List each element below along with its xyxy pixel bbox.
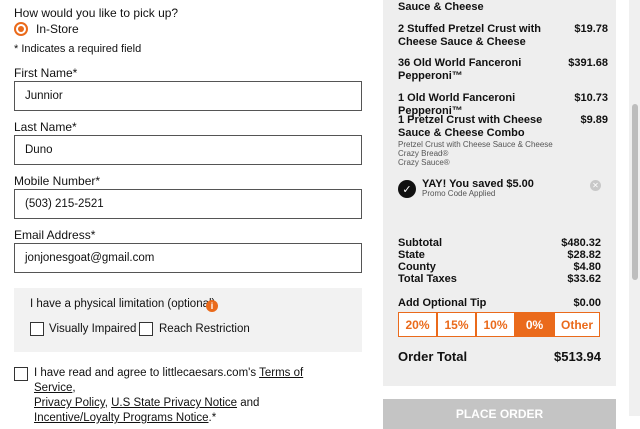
last-name-label: Last Name* <box>14 120 77 134</box>
order-item-detail: Crazy Sauce® <box>398 158 450 167</box>
email-field[interactable]: jonjonesgoat@gmail.com <box>14 243 362 273</box>
pickup-option-label: In-Store <box>36 22 79 36</box>
tip-option-15[interactable]: 15% <box>437 312 476 337</box>
order-item-name: Sauce & Cheese <box>398 1 484 13</box>
loyalty-notice-link[interactable]: Incentive/Loyalty Programs Notice <box>34 412 209 424</box>
summary-row: County $4.80 <box>398 261 601 273</box>
agree-checkbox[interactable] <box>14 367 28 381</box>
visually-impaired-label: Visually Impaired <box>49 323 137 335</box>
order-item-name: 36 Old World Fanceroni Pepperoni™ <box>398 57 522 82</box>
tip-option-10[interactable]: 10% <box>476 312 515 337</box>
mobile-field[interactable]: (503) 215-2521 <box>14 189 362 219</box>
summary-label: Subtotal <box>398 237 442 249</box>
promo-subtitle: Promo Code Applied <box>422 189 496 198</box>
tip-option-20[interactable]: 20% <box>398 312 437 337</box>
summary-label: Total Taxes <box>398 273 457 285</box>
remove-promo-icon[interactable]: ✕ <box>590 180 601 191</box>
reach-restriction-label: Reach Restriction <box>159 323 250 335</box>
summary-label: County <box>398 261 436 273</box>
order-total-label: Order Total <box>398 349 468 364</box>
required-note: * Indicates a required field <box>14 43 142 55</box>
tip-header: Add Optional Tip $0.00 <box>398 297 601 309</box>
checkout-form: How would you like to pick up? In-Store … <box>0 0 380 424</box>
order-summary-panel: Sauce & Cheese 2 Stuffed Pretzel Crust w… <box>383 0 616 386</box>
summary-value: $33.62 <box>567 273 601 285</box>
order-item-name: 2 Stuffed Pretzel Crust with Cheese Sauc… <box>398 23 542 48</box>
agreement-prefix: I have read and agree to littlecaesars.c… <box>34 367 260 379</box>
tip-option-other[interactable]: Other <box>554 312 600 337</box>
pickup-option-instore[interactable]: In-Store <box>14 22 79 36</box>
order-total-value: $513.94 <box>554 349 601 364</box>
summary-row: Subtotal $480.32 <box>398 237 601 249</box>
summary-row: Total Taxes $33.62 <box>398 273 601 285</box>
state-privacy-link[interactable]: U.S State Privacy Notice <box>111 397 237 409</box>
physical-limitation-title: I have a physical limitation (optional) <box>30 298 216 310</box>
order-item-price: $391.68 <box>568 57 608 69</box>
order-item: 36 Old World Fanceroni Pepperoni™ $391.6… <box>398 57 608 83</box>
summary-value: $480.32 <box>561 237 601 249</box>
order-item-price: $19.78 <box>574 23 608 35</box>
tip-label: Add Optional Tip <box>398 297 487 309</box>
order-total-row: Order Total $513.94 <box>398 349 601 364</box>
first-name-label: First Name* <box>14 66 78 80</box>
order-item-detail: Crazy Bread® <box>398 149 449 158</box>
pickup-question: How would you like to pick up? <box>14 6 179 20</box>
email-label: Email Address* <box>14 228 96 242</box>
agreement-comma: , <box>72 382 76 394</box>
first-name-field[interactable]: Junnior <box>14 81 362 111</box>
place-order-button[interactable]: PLACE ORDER <box>383 399 616 429</box>
reach-restriction-checkbox[interactable] <box>139 322 153 336</box>
tip-option-0[interactable]: 0% <box>515 312 554 337</box>
order-item: 1 Pretzel Crust with Cheese Sauce & Chee… <box>398 114 608 167</box>
order-item-detail: Pretzel Crust with Cheese Sauce & Cheese <box>398 140 553 149</box>
order-item: 2 Stuffed Pretzel Crust with Cheese Sauc… <box>398 23 608 49</box>
visually-impaired-checkbox[interactable] <box>30 322 44 336</box>
summary-label: State <box>398 249 425 261</box>
physical-limitation-box: I have a physical limitation (optional) … <box>14 288 362 352</box>
radio-selected-icon[interactable] <box>14 22 28 36</box>
checkmark-icon: ✓ <box>398 180 416 198</box>
summary-value: $4.80 <box>573 261 601 273</box>
privacy-policy-link[interactable]: Privacy Policy <box>34 397 105 409</box>
tip-value: $0.00 <box>573 297 601 309</box>
agreement-text: I have read and agree to littlecaesars.c… <box>34 366 334 426</box>
agreement-and: and <box>237 397 260 409</box>
last-name-field[interactable]: Duno <box>14 135 362 165</box>
summary-row: State $28.82 <box>398 249 601 261</box>
order-item-name: 1 Pretzel Crust with Cheese Sauce & Chee… <box>398 114 543 139</box>
scrollbar-thumb[interactable] <box>632 104 638 280</box>
order-item-price: $10.73 <box>574 92 608 104</box>
info-icon[interactable]: i <box>206 300 218 312</box>
order-item-price: $9.89 <box>580 114 608 126</box>
mobile-label: Mobile Number* <box>14 174 101 188</box>
summary-value: $28.82 <box>567 249 601 261</box>
order-item: Sauce & Cheese <box>398 1 608 14</box>
agreement-suffix: .* <box>208 412 217 424</box>
